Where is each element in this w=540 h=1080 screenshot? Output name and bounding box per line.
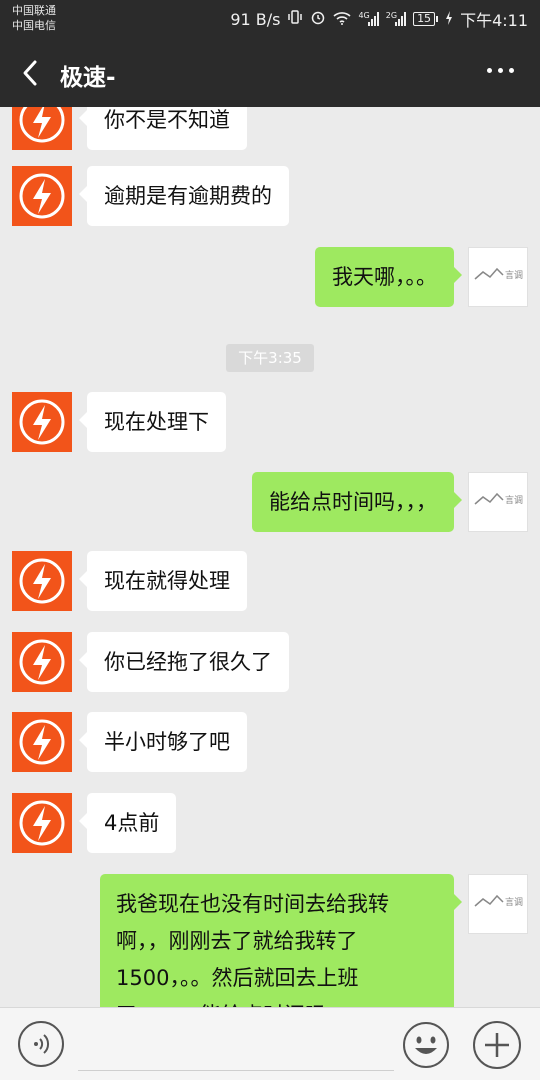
chat-title: 极速- <box>60 65 116 91</box>
lightning-logo-icon[interactable] <box>12 551 72 611</box>
landscape-logo-icon[interactable]: 言调 <box>468 247 528 307</box>
battery-icon: 15 <box>413 12 439 26</box>
carrier-1: 中国联通 <box>12 4 56 17</box>
time-divider: 下午3:35 <box>226 344 314 372</box>
message-bubble[interactable]: 你已经拖了很久了 <box>79 632 289 692</box>
vibrate-icon <box>287 9 303 29</box>
lightning-logo-icon[interactable] <box>12 166 72 226</box>
lightning-logo-icon[interactable] <box>12 392 72 452</box>
message-sent: 言调 我天哪，。。 <box>0 247 540 307</box>
avatar-right-text: 言调 <box>505 898 524 908</box>
message-received: 现在就得处理 <box>0 551 540 611</box>
lightning-logo-icon[interactable] <box>12 632 72 692</box>
message-received: 4点前 <box>0 793 540 853</box>
message-bubble[interactable]: 半小时够了吧 <box>79 712 247 772</box>
message-bubble[interactable]: 我天哪，。。 <box>315 247 462 307</box>
clock-time: 下午4:11 <box>460 11 528 30</box>
landscape-logo-icon[interactable]: 言调 <box>468 472 528 532</box>
lightning-logo-icon[interactable] <box>12 793 72 853</box>
message-received: 半小时够了吧 <box>0 712 540 772</box>
signal-2g-icon: 2G <box>385 11 407 26</box>
carrier-2: 中国电信 <box>12 19 56 32</box>
voice-icon[interactable] <box>18 1021 64 1067</box>
signal-2g-tag: 2G <box>385 11 398 20</box>
plus-icon[interactable] <box>473 1021 521 1069</box>
lightning-logo-icon[interactable] <box>12 712 72 772</box>
message-bubble[interactable]: 我爸现在也没有时间去给我转啊，，刚刚去了就给我转了1500，。。然后就回去上班了… <box>100 874 462 1007</box>
message-bubble[interactable]: 逾期是有逾期费的 <box>79 166 289 226</box>
alarm-icon <box>310 9 326 29</box>
carrier-labels: 中国联通 中国电信 <box>12 3 56 33</box>
back-icon[interactable] <box>18 58 44 88</box>
charging-icon <box>445 10 453 29</box>
chat-header: 极速- <box>0 38 540 107</box>
message-bubble[interactable]: 你不是不知道 <box>79 107 247 150</box>
avatar-right-text: 言调 <box>505 271 524 281</box>
message-received: 逾期是有逾期费的 <box>0 166 540 226</box>
lightning-logo-icon[interactable] <box>12 107 72 150</box>
input-bar <box>0 1007 540 1080</box>
status-bar: 中国联通 中国电信 91 B/s 4G 2G 15 下午4:11 <box>0 0 540 38</box>
message-list[interactable]: 你不是不知道 逾期是有逾期费的 言调 我天哪，。。 下午3:35 现在处理下 言… <box>0 107 540 1007</box>
avatar-right-text: 言调 <box>505 496 524 506</box>
emoji-icon[interactable] <box>402 1021 450 1069</box>
net-speed: 91 B/s <box>230 9 281 29</box>
message-bubble[interactable]: 能给点时间吗，，， <box>252 472 462 532</box>
wifi-icon <box>333 10 352 29</box>
message-bubble[interactable]: 现在处理下 <box>79 392 226 452</box>
landscape-logo-icon[interactable]: 言调 <box>468 874 528 934</box>
more-dots-icon[interactable] <box>487 68 514 73</box>
message-bubble[interactable]: 4点前 <box>78 793 177 853</box>
message-bubble[interactable]: 现在就得处理 <box>79 551 247 611</box>
message-received: 你已经拖了很久了 <box>0 632 540 692</box>
signal-4g-tag: 4G <box>358 11 370 20</box>
signal-4g-icon: 4G <box>358 11 379 26</box>
message-sent: 言调 能给点时间吗，，， <box>0 472 540 532</box>
battery-level: 15 <box>413 12 436 26</box>
status-indicators: 91 B/s 4G 2G 15 下午4:11 <box>230 7 528 31</box>
message-received: 你不是不知道 <box>0 107 540 150</box>
message-input[interactable] <box>78 1022 394 1071</box>
message-received: 现在处理下 <box>0 392 540 452</box>
message-sent: 言调 我爸现在也没有时间去给我转啊，，刚刚去了就给我转了1500，。。然后就回去… <box>0 874 540 1007</box>
